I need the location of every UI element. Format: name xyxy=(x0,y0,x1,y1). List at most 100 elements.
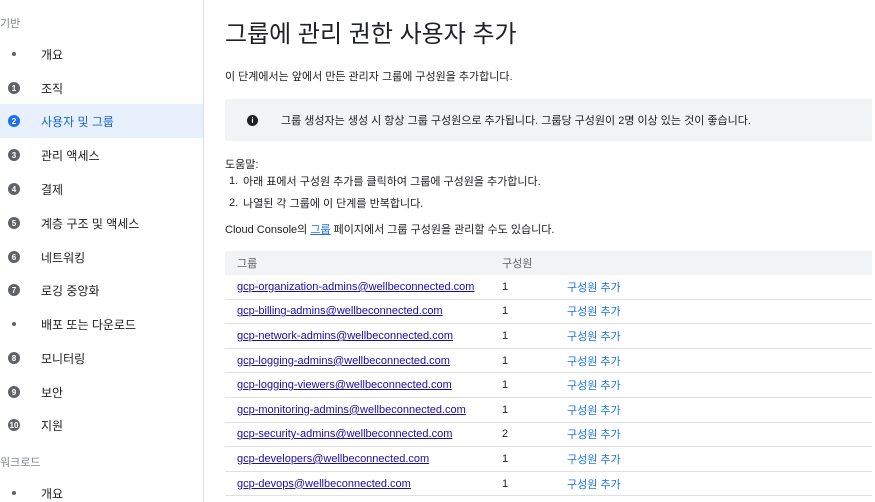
group-cell: gcp-logging-admins@wellbeconnected.com xyxy=(225,355,502,367)
sidebar: 기반 개요 1 조직 2 사용자 및 그룹 3 관리 액세스 4 결제 5 계층… xyxy=(0,0,204,502)
group-cell: gcp-network-admins@wellbeconnected.com xyxy=(225,330,502,342)
step-number-icon: 5 xyxy=(8,217,20,229)
step-number-icon: 10 xyxy=(8,419,20,431)
add-member-link[interactable]: 구성원 추가 xyxy=(567,451,621,467)
help-step-text: 나열된 각 그룹에 이 단계를 반복합니다. xyxy=(243,198,424,210)
add-member-link[interactable]: 구성원 추가 xyxy=(567,476,621,492)
help-steps: 1. 아래 표에서 구성원 추가를 클릭하여 그룹에 구성원을 추가합니다. 2… xyxy=(225,170,541,214)
group-email-link[interactable]: gcp-network-admins@wellbeconnected.com xyxy=(237,330,453,342)
table-row: gcp-devops@wellbeconnected.com 1 구성원 추가 xyxy=(225,472,872,497)
step-number-icon: 6 xyxy=(8,251,20,263)
add-member-link[interactable]: 구성원 추가 xyxy=(567,279,621,295)
sidebar-item-label: 사용자 및 그룹 xyxy=(41,114,114,129)
group-email-link[interactable]: gcp-logging-viewers@wellbeconnected.com xyxy=(237,379,452,391)
help-step-text: 아래 표에서 구성원 추가를 클릭하여 그룹에 구성원을 추가합니다. xyxy=(243,176,541,188)
console-note: Cloud Console의 그룹 페이지에서 그룹 구성원을 관리할 수도 있… xyxy=(225,221,554,237)
group-cell: gcp-security-admins@wellbeconnected.com xyxy=(225,428,502,440)
sidebar-item-label: 조직 xyxy=(41,81,64,96)
table-row: gcp-organization-admins@wellbeconnected.… xyxy=(225,275,872,300)
table-row: gcp-monitoring-admins@wellbeconnected.co… xyxy=(225,398,872,423)
sidebar-item-monitoring[interactable]: 8 모니터링 xyxy=(0,341,203,375)
sidebar-item-billing[interactable]: 4 결제 xyxy=(0,172,203,206)
member-count: 1 xyxy=(502,354,509,367)
sidebar-item-users-and-groups[interactable]: 2 사용자 및 그룹 xyxy=(0,104,203,138)
group-email-link[interactable]: gcp-organization-admins@wellbeconnected.… xyxy=(237,281,474,293)
step-number-icon: 8 xyxy=(8,352,20,364)
add-member-link[interactable]: 구성원 추가 xyxy=(567,328,621,344)
sidebar-item-centralized-logging[interactable]: 7 로깅 중앙화 xyxy=(0,273,203,307)
step-number-icon: 1 xyxy=(8,82,20,94)
table-row: gcp-network-admins@wellbeconnected.com 1 구… xyxy=(225,324,872,349)
console-note-prefix: Cloud Console의 xyxy=(225,224,311,236)
sidebar-item-label: 모니터링 xyxy=(41,351,86,366)
sidebar-item-label: 개요 xyxy=(41,486,64,501)
help-step-number: 1. xyxy=(229,175,239,187)
info-callout: i 그룹 생성자는 생성 시 항상 그룹 구성원으로 추가됩니다. 그룹당 구성… xyxy=(225,99,872,141)
sidebar-section-foundation: 기반 xyxy=(0,18,21,30)
group-email-link[interactable]: gcp-devops@wellbeconnected.com xyxy=(237,478,411,490)
groups-table: 그룹 구성원 gcp-organization-admins@wellbecon… xyxy=(225,251,872,497)
help-step: 2. 나열된 각 그룹에 이 단계를 반복합니다. xyxy=(225,192,541,214)
table-row: gcp-logging-admins@wellbeconnected.com 1 구… xyxy=(225,349,872,374)
group-email-link[interactable]: gcp-logging-admins@wellbeconnected.com xyxy=(237,355,450,367)
bullet-icon xyxy=(12,52,16,56)
step-number-icon: 9 xyxy=(8,386,20,398)
group-cell: gcp-logging-viewers@wellbeconnected.com xyxy=(225,379,502,391)
group-cell: gcp-organization-admins@wellbeconnected.… xyxy=(225,281,502,293)
info-text: 그룹 생성자는 생성 시 항상 그룹 구성원으로 추가됩니다. 그룹당 구성원이… xyxy=(281,115,751,127)
sidebar-item-overview[interactable]: 개요 xyxy=(0,37,203,71)
member-count: 1 xyxy=(502,452,509,465)
member-count: 1 xyxy=(502,329,509,342)
sidebar-item-label: 보안 xyxy=(41,385,64,400)
intro-text: 이 단계에서는 앞에서 만든 관리자 그룹에 구성원을 추가합니다. xyxy=(225,71,513,83)
info-icon: i xyxy=(247,114,258,126)
sidebar-item-label: 배포 또는 다운로드 xyxy=(41,317,136,332)
member-count: 2 xyxy=(502,428,509,441)
sidebar-item-label: 지원 xyxy=(41,418,64,433)
help-step-number: 2. xyxy=(229,197,239,209)
sidebar-item-security[interactable]: 9 보안 xyxy=(0,375,203,409)
sidebar-item-label: 로깅 중앙화 xyxy=(41,283,100,298)
step-number-icon: 2 xyxy=(8,115,20,127)
add-member-link[interactable]: 구성원 추가 xyxy=(567,426,621,442)
step-number-icon: 4 xyxy=(8,183,20,195)
sidebar-item-support[interactable]: 10 지원 xyxy=(0,408,203,442)
sidebar-item-workload-overview[interactable]: 개요 xyxy=(0,476,203,502)
group-email-link[interactable]: gcp-billing-admins@wellbeconnected.com xyxy=(237,305,443,317)
member-count: 1 xyxy=(502,280,509,293)
page-title: 그룹에 관리 권한 사용자 추가 xyxy=(225,21,517,48)
column-header-group: 그룹 xyxy=(237,258,258,270)
sidebar-item-label: 관리 액세스 xyxy=(41,148,100,163)
member-count: 1 xyxy=(502,403,509,416)
add-member-link[interactable]: 구성원 추가 xyxy=(567,303,621,319)
bullet-icon xyxy=(12,322,16,326)
table-row: gcp-billing-admins@wellbeconnected.com 1 구… xyxy=(225,300,872,325)
groups-page-link[interactable]: 그룹 xyxy=(310,224,330,236)
member-count: 1 xyxy=(502,379,509,392)
add-member-link[interactable]: 구성원 추가 xyxy=(567,402,621,418)
sidebar-item-organization[interactable]: 1 조직 xyxy=(0,71,203,105)
member-count: 1 xyxy=(502,477,509,490)
group-cell: gcp-developers@wellbeconnected.com xyxy=(225,453,502,465)
group-cell: gcp-billing-admins@wellbeconnected.com xyxy=(225,305,502,317)
table-row: gcp-security-admins@wellbeconnected.com 2… xyxy=(225,423,872,448)
group-email-link[interactable]: gcp-monitoring-admins@wellbeconnected.co… xyxy=(237,404,466,416)
sidebar-item-label: 네트워킹 xyxy=(41,250,86,265)
bullet-icon xyxy=(12,491,16,495)
sidebar-item-hierarchy-access[interactable]: 5 계층 구조 및 액세스 xyxy=(0,206,203,240)
add-member-link[interactable]: 구성원 추가 xyxy=(567,353,621,369)
member-count: 1 xyxy=(502,305,509,318)
sidebar-item-networking[interactable]: 6 네트워킹 xyxy=(0,240,203,274)
group-email-link[interactable]: gcp-developers@wellbeconnected.com xyxy=(237,453,429,465)
add-member-link[interactable]: 구성원 추가 xyxy=(567,377,621,393)
sidebar-section-workload: 워크로드 xyxy=(0,457,41,469)
table-row: gcp-developers@wellbeconnected.com 1 구성원 추… xyxy=(225,447,872,472)
sidebar-item-deploy-or-download[interactable]: 배포 또는 다운로드 xyxy=(0,307,203,341)
table-row: gcp-logging-viewers@wellbeconnected.com 1… xyxy=(225,373,872,398)
table-header: 그룹 구성원 xyxy=(225,251,872,275)
group-cell: gcp-monitoring-admins@wellbeconnected.co… xyxy=(225,404,502,416)
sidebar-item-admin-access[interactable]: 3 관리 액세스 xyxy=(0,138,203,172)
console-note-suffix: 페이지에서 그룹 구성원을 관리할 수도 있습니다. xyxy=(330,224,555,236)
sidebar-item-label: 개요 xyxy=(41,47,64,62)
group-email-link[interactable]: gcp-security-admins@wellbeconnected.com xyxy=(237,428,452,440)
